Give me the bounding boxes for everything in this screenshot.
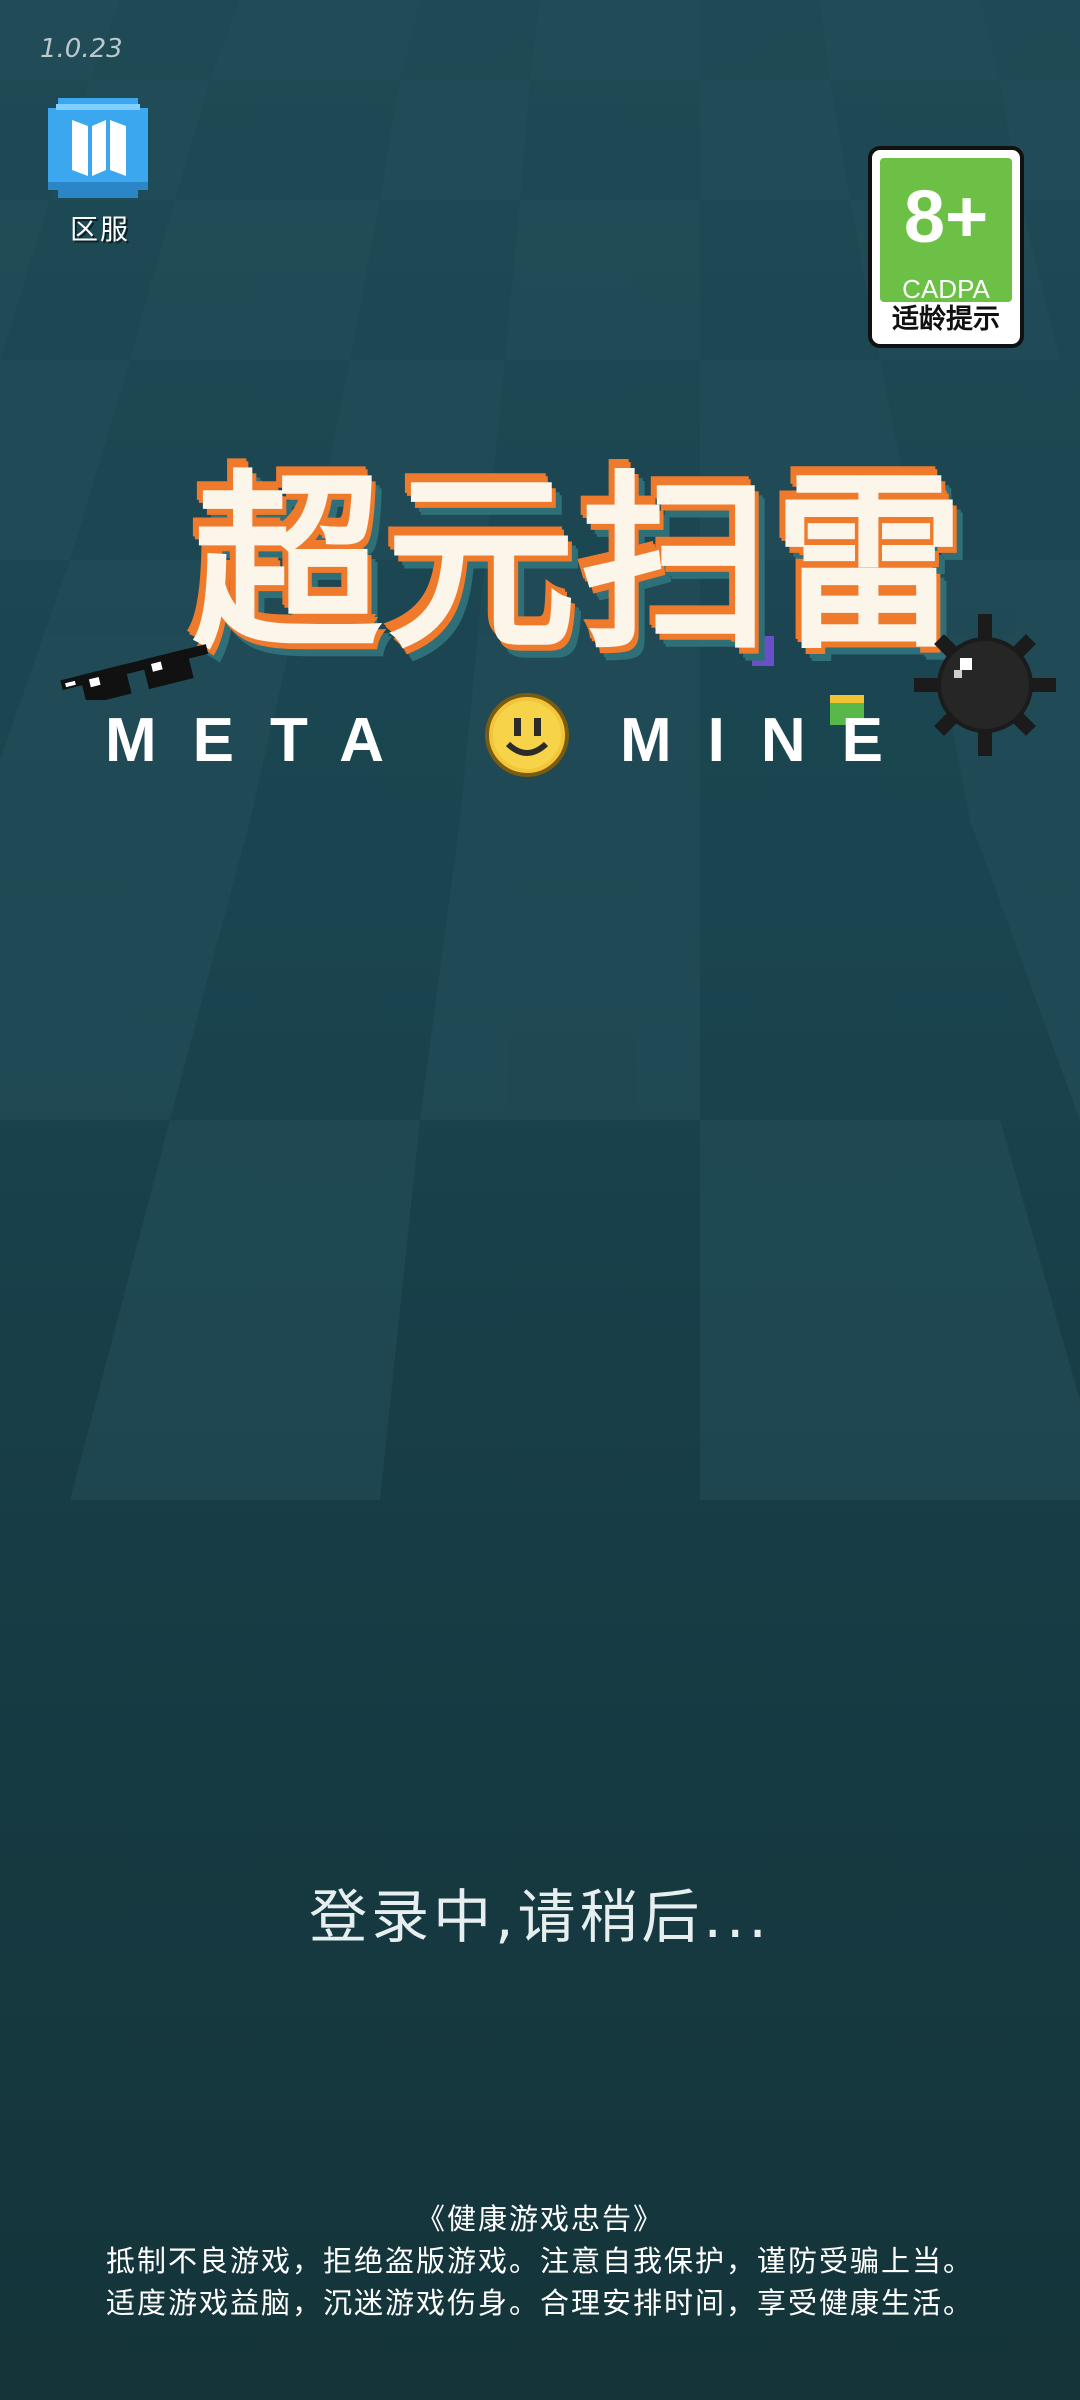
version-label: 1.0.23 <box>40 34 123 64</box>
logo-title: 超元扫雷 <box>191 454 968 675</box>
server-label: 区服 <box>69 213 130 246</box>
splash-screen: 1.0.23 区服 8+ CADPA 适龄提示 超元扫雷 META MINE 登… <box>0 0 1080 2400</box>
age-rating-panel: 8+ CADPA <box>880 158 1012 302</box>
game-logo: 超元扫雷 META MINE <box>60 440 1060 800</box>
logo-subtitle-left: META <box>105 706 421 775</box>
health-advice-line: 抵制不良游戏，拒绝盗版游戏。注意自我保护，谨防受骗上当。 <box>105 2244 974 2278</box>
health-advice-line: 适度游戏益脑，沉迷游戏伤身。合理安排时间，享受健康生活。 <box>105 2286 974 2320</box>
map-icon <box>48 98 148 198</box>
age-rating-tip: 适龄提示 <box>892 304 1000 335</box>
mine-bomb-icon <box>914 614 1056 756</box>
server-select-button[interactable]: 区服 <box>48 98 152 248</box>
age-rating-value: 8+ <box>903 175 989 258</box>
pixel-sunglasses-icon <box>60 644 209 700</box>
logo-subtitle-right: MINE <box>620 706 919 775</box>
age-rating-org: CADPA <box>902 274 990 304</box>
login-status-text: 登录中,请稍后... <box>309 1883 771 1951</box>
age-rating-badge[interactable]: 8+ CADPA 适龄提示 <box>868 146 1024 348</box>
health-advice-title: 《健康游戏忠告》 <box>415 2202 664 2236</box>
smiley-face-icon <box>485 693 569 777</box>
health-advice: 《健康游戏忠告》 抵制不良游戏，拒绝盗版游戏。注意自我保护，谨防受骗上当。 适度… <box>0 2198 1080 2324</box>
